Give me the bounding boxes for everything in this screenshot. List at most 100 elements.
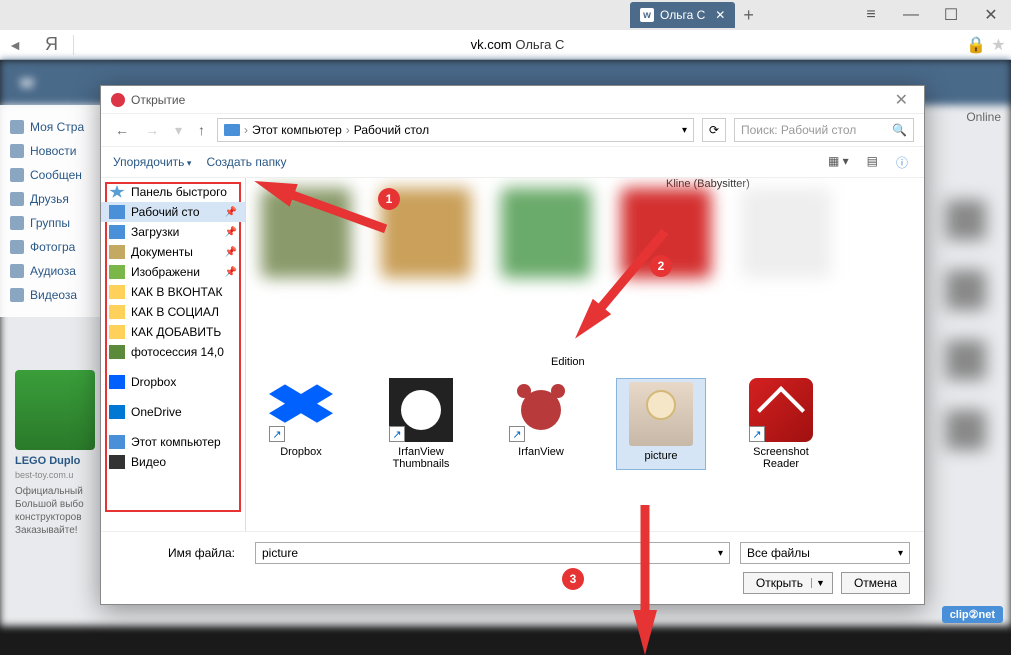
ad-image: [15, 370, 95, 450]
news-icon: [10, 144, 24, 158]
vk-link[interactable]: Новости: [5, 139, 95, 163]
tree-downloads[interactable]: Загрузки📌: [101, 222, 245, 242]
organize-button[interactable]: Упорядочить: [113, 155, 191, 169]
chevron-right-icon: ›: [244, 123, 248, 137]
lock-icon[interactable]: 🔒: [966, 35, 986, 55]
tree-folder[interactable]: КАК В СОЦИАЛ: [101, 302, 245, 322]
filename-input[interactable]: picture ▾: [255, 542, 730, 564]
tree-folder[interactable]: КАК ДОБАВИТЬ: [101, 322, 245, 342]
close-window-icon[interactable]: ✕: [981, 5, 1001, 25]
file-picture[interactable]: picture: [616, 378, 706, 470]
favorite-icon[interactable]: ★: [991, 35, 1005, 55]
dialog-title: Открытие: [131, 93, 185, 107]
reader-icon: ↗: [749, 378, 813, 442]
watermark: clip②net: [942, 606, 1003, 623]
ad-title: LEGO Duplo: [15, 455, 95, 467]
pin-icon: 📌: [225, 227, 237, 238]
file-irfanview-thumbs[interactable]: ↗ IrfanView Thumbnails: [376, 378, 466, 470]
pc-icon: [109, 435, 125, 449]
view-icons-button[interactable]: ▦ ▾: [824, 151, 853, 174]
refresh-icon[interactable]: ⟳: [702, 118, 726, 142]
camera-icon: [109, 345, 125, 359]
folder-icon: [224, 124, 240, 136]
file-open-dialog: Открытие ✕ ← → ▾ ↑ › Этот компьютер › Ра…: [100, 85, 925, 605]
file-type-filter[interactable]: Все файлы ▾: [740, 542, 910, 564]
file-dropbox[interactable]: ↗ Dropbox: [256, 378, 346, 470]
file-irfanview[interactable]: ↗ IrfanView: [496, 378, 586, 470]
tree-dropbox[interactable]: Dropbox: [101, 372, 245, 392]
star-icon: [109, 185, 125, 199]
shortcut-icon: ↗: [749, 426, 765, 442]
tree-folder[interactable]: фотосессия 14,0: [101, 342, 245, 362]
open-button[interactable]: Открыть ▼: [743, 572, 833, 594]
tree-images[interactable]: Изображени📌: [101, 262, 245, 282]
ad-subtitle: best-toy.com.u: [15, 470, 95, 482]
tree-desktop[interactable]: Рабочий сто📌: [101, 202, 245, 222]
browser-tab-active[interactable]: w Ольга С ✕: [630, 2, 735, 28]
folder-icon: [109, 285, 125, 299]
file-name: picture: [644, 450, 677, 462]
url-field[interactable]: vk.com Ольга С: [74, 37, 961, 52]
chevron-right-icon: ›: [346, 123, 350, 137]
filename-label: Имя файла:: [115, 546, 245, 560]
tree-this-pc[interactable]: Этот компьютер: [101, 432, 245, 452]
groups-icon: [10, 216, 24, 230]
vk-link[interactable]: Сообщен: [5, 163, 95, 187]
nav-back-icon[interactable]: ←: [111, 120, 133, 140]
vk-logo-icon: w: [20, 72, 34, 93]
nav-recent-icon[interactable]: ▾: [171, 120, 186, 141]
dialog-close-icon[interactable]: ✕: [889, 88, 914, 112]
dialog-nav-bar: ← → ▾ ↑ › Этот компьютер › Рабочий стол …: [101, 114, 924, 146]
vk-link[interactable]: Друзья: [5, 187, 95, 211]
vk-ad-block[interactable]: LEGO Duplo best-toy.com.u Официальный Бо…: [15, 370, 95, 537]
help-icon[interactable]: ⓘ: [892, 151, 912, 174]
browser-tabs-bar: w Ольга С ✕ + ≡ — ☐ ✕: [0, 0, 1011, 30]
tree-quick-access[interactable]: Панель быстрого: [101, 182, 245, 202]
nav-forward-icon[interactable]: →: [141, 120, 163, 140]
vk-sidebar: Моя Стра Новости Сообщен Друзья Группы Ф…: [0, 105, 100, 317]
search-icon: 🔍: [892, 123, 907, 137]
folder-tree: Панель быстрого Рабочий сто📌 Загрузки📌 Д…: [101, 178, 246, 531]
profile-icon: [10, 120, 24, 134]
tree-folder[interactable]: КАК В ВКОНТАК: [101, 282, 245, 302]
search-input[interactable]: Поиск: Рабочий стол 🔍: [734, 118, 914, 142]
chevron-down-icon[interactable]: ▾: [682, 125, 687, 136]
vk-link[interactable]: Моя Стра: [5, 115, 95, 139]
minimize-icon[interactable]: —: [901, 5, 921, 25]
new-folder-button[interactable]: Создать папку: [206, 155, 286, 169]
yandex-logo-icon[interactable]: Я: [30, 34, 73, 55]
view-details-button[interactable]: ▤: [863, 151, 882, 174]
open-dropdown-icon[interactable]: ▼: [811, 578, 829, 588]
messages-icon: [10, 168, 24, 182]
filter-value: Все файлы: [747, 546, 810, 560]
file-screenshot-reader[interactable]: ↗ Screenshot Reader: [736, 378, 826, 470]
vk-link[interactable]: Фотогра: [5, 235, 95, 259]
new-tab-button[interactable]: +: [743, 5, 754, 26]
vk-link[interactable]: Группы: [5, 211, 95, 235]
dialog-titlebar: Открытие ✕: [101, 86, 924, 114]
friends-icon: [10, 192, 24, 206]
tree-videos[interactable]: Видео: [101, 452, 245, 472]
url-rest: Ольга С: [512, 37, 565, 52]
cancel-button[interactable]: Отмена: [841, 572, 910, 594]
breadcrumb[interactable]: › Этот компьютер › Рабочий стол ▾: [217, 118, 694, 142]
breadcrumb-item[interactable]: Рабочий стол: [354, 123, 429, 137]
breadcrumb-item[interactable]: Этот компьютер: [252, 123, 342, 137]
chevron-down-icon: ▾: [898, 548, 903, 559]
vk-link[interactable]: Видеоза: [5, 283, 95, 307]
search-placeholder: Поиск: Рабочий стол: [741, 123, 856, 137]
maximize-icon[interactable]: ☐: [941, 5, 961, 25]
tree-onedrive[interactable]: OneDrive: [101, 402, 245, 422]
folder-icon: [109, 325, 125, 339]
vk-link[interactable]: Аудиоза: [5, 259, 95, 283]
nav-up-icon[interactable]: ↑: [194, 120, 209, 140]
file-list[interactable]: Kline (Babysitter) Edition ↗ Dropbox ↗ I…: [246, 178, 924, 531]
hamburger-icon[interactable]: ≡: [861, 5, 881, 25]
folder-icon: [109, 305, 125, 319]
nav-back-icon[interactable]: ◄: [0, 37, 30, 53]
documents-icon: [109, 245, 125, 259]
chevron-down-icon[interactable]: ▾: [718, 548, 723, 559]
tree-documents[interactable]: Документы📌: [101, 242, 245, 262]
tab-close-icon[interactable]: ✕: [715, 8, 725, 22]
onedrive-icon: [109, 405, 125, 419]
